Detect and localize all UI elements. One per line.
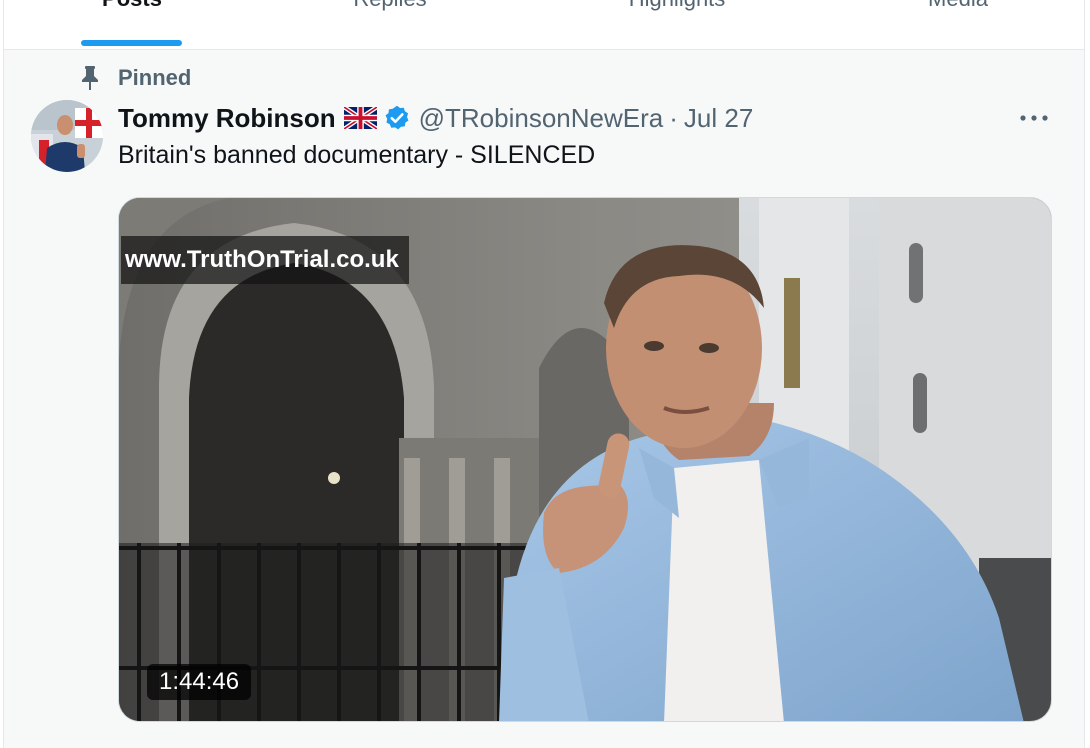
tweet-text: Britain's banned documentary - SILENCED	[118, 141, 596, 169]
author-handle[interactable]: @TRobinsonNewEra	[419, 103, 664, 134]
column-border-left	[0, 0, 4, 748]
avatar[interactable]	[31, 100, 103, 172]
tab-media-label: Media	[928, 0, 988, 10]
tab-highlights[interactable]: Highlights	[602, 0, 752, 50]
more-options-icon	[1019, 109, 1049, 127]
author-display-name[interactable]: Tommy Robinson	[118, 103, 336, 134]
tweet-timestamp[interactable]: Jul 27	[684, 103, 753, 134]
tab-media[interactable]: Media	[910, 0, 1006, 50]
video-duration-badge: 1:44:46	[147, 664, 252, 700]
more-options-button[interactable]	[1014, 104, 1054, 132]
tweet-header: Tommy Robinson @TRobinsonNewEra · Jul 27	[118, 100, 753, 136]
video-watermark: www.TruthOnTrial.co.uk	[121, 236, 409, 284]
tab-replies-label: Replies	[353, 0, 426, 10]
video-player[interactable]: www.TruthOnTrial.co.uk 1:44:46	[118, 197, 1052, 722]
separator-dot: ·	[669, 102, 678, 133]
pinned-indicator: Pinned	[78, 64, 191, 92]
tab-highlights-label: Highlights	[629, 0, 726, 10]
verified-badge-icon[interactable]	[383, 104, 411, 132]
active-tab-indicator	[81, 40, 182, 46]
pinned-label: Pinned	[118, 65, 192, 90]
uk-flag-icon	[342, 105, 378, 131]
column-border-right	[1084, 0, 1090, 748]
tab-posts-label: Posts	[102, 0, 162, 10]
tab-replies[interactable]: Replies	[330, 0, 450, 50]
profile-timeline: Posts Replies Highlights Media Pinned	[0, 0, 1090, 748]
pin-icon	[78, 64, 102, 92]
profile-tabs: Posts Replies Highlights Media	[4, 0, 1084, 50]
